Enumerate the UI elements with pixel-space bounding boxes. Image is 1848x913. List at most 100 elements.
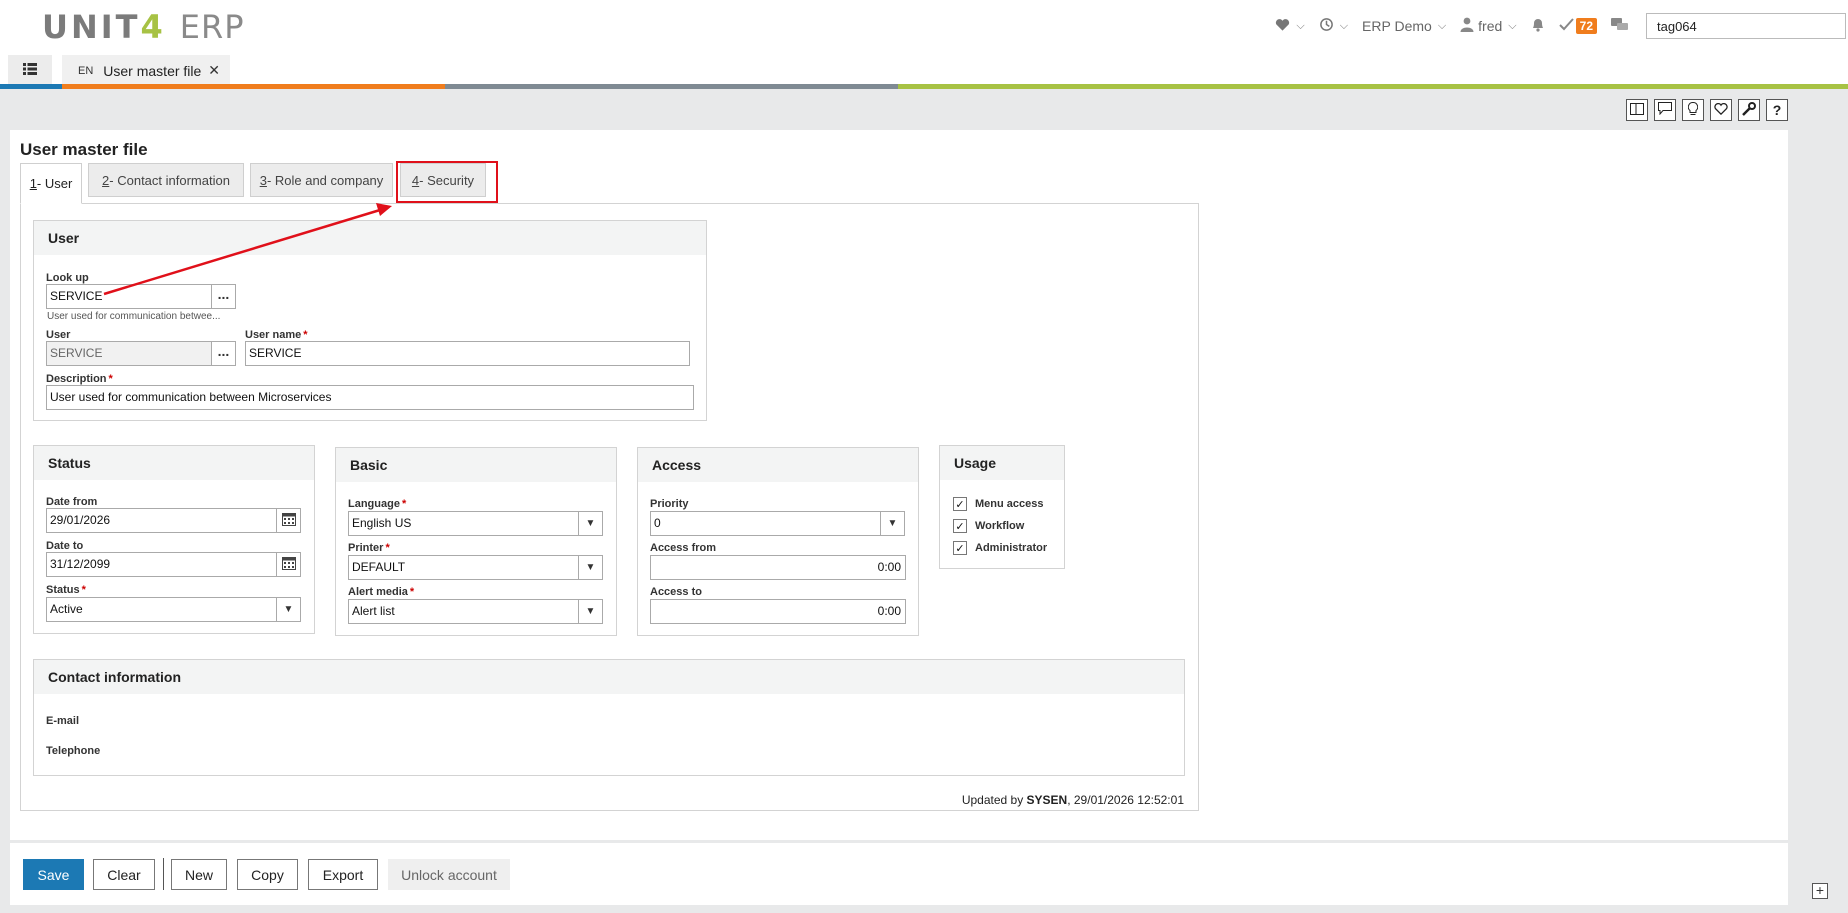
lookup-browse-button[interactable]: ... bbox=[211, 284, 236, 309]
lookup-label: Look up bbox=[46, 272, 89, 284]
printer-select[interactable]: DEFAULT bbox=[348, 555, 580, 580]
comment-button[interactable] bbox=[1654, 99, 1676, 121]
caret-down-icon: ▼ bbox=[585, 606, 596, 617]
close-icon[interactable]: ✕ bbox=[208, 62, 220, 79]
required-marker: * bbox=[409, 586, 415, 598]
status-label-text: Status bbox=[46, 584, 80, 596]
checkbox-label: Workflow bbox=[975, 520, 1025, 532]
description-input[interactable]: User used for communication between Micr… bbox=[46, 385, 694, 410]
logo-four: 4 bbox=[140, 8, 166, 46]
tab-contact-information[interactable]: 2 - Contact information bbox=[88, 163, 244, 197]
page-toolbar: ? bbox=[1620, 99, 1788, 121]
date-from-input[interactable]: 29/01/2026 bbox=[46, 508, 278, 533]
notifications-button[interactable] bbox=[1531, 17, 1545, 35]
lookup-input[interactable]: SERVICE bbox=[46, 284, 212, 309]
lightbulb-icon bbox=[1687, 101, 1699, 119]
wrench-icon bbox=[1742, 101, 1756, 119]
tab-label: - Role and company bbox=[266, 172, 384, 188]
tab-number: 1 bbox=[29, 176, 37, 191]
user-menu[interactable]: fred ⌵ bbox=[1460, 17, 1517, 35]
updated-user: SYSEN bbox=[1026, 793, 1068, 807]
description-label: Description * bbox=[46, 373, 113, 385]
bell-icon bbox=[1531, 17, 1545, 35]
messages-button[interactable] bbox=[1611, 17, 1628, 35]
required-marker: * bbox=[303, 329, 308, 341]
username-input[interactable]: SERVICE bbox=[245, 341, 690, 366]
language-dropdown-button[interactable]: ▼ bbox=[578, 511, 603, 536]
accent-strip-blue bbox=[0, 84, 62, 89]
caret-down-icon: ▼ bbox=[585, 562, 596, 573]
required-marker: * bbox=[401, 498, 407, 510]
telephone-label: Telephone bbox=[46, 745, 101, 757]
split-view-button[interactable] bbox=[1626, 99, 1648, 121]
accent-strip-orange-active bbox=[62, 84, 230, 89]
copy-button[interactable]: Copy bbox=[237, 859, 298, 890]
language-select[interactable]: English US bbox=[348, 511, 580, 536]
administrator-checkbox[interactable]: ✓ bbox=[953, 541, 967, 555]
user-icon bbox=[1460, 17, 1474, 35]
menu-access-checkbox-row[interactable]: ✓ Menu access bbox=[953, 497, 1043, 511]
tab-label: - User bbox=[36, 176, 73, 191]
heart-outline-icon bbox=[1714, 102, 1728, 118]
question-icon: ? bbox=[1772, 102, 1782, 118]
alert-media-select[interactable]: Alert list bbox=[348, 599, 580, 624]
tab-role-and-company[interactable]: 3 - Role and company bbox=[250, 163, 393, 197]
new-button[interactable]: New bbox=[171, 859, 227, 890]
access-to-label: Access to bbox=[650, 586, 702, 598]
language-label: EN bbox=[78, 64, 94, 77]
group-title: Contact information bbox=[34, 660, 1184, 694]
required-marker: * bbox=[108, 373, 113, 385]
administrator-checkbox-row[interactable]: ✓ Administrator bbox=[953, 541, 1047, 555]
user-input[interactable]: SERVICE bbox=[46, 341, 212, 366]
company-selector[interactable]: ERP Demo ⌵ bbox=[1362, 18, 1446, 34]
status-select[interactable]: Active bbox=[46, 597, 278, 622]
chevron-down-icon: ⌵ bbox=[1339, 19, 1349, 32]
workflow-checkbox-row[interactable]: ✓ Workflow bbox=[953, 519, 1024, 533]
app-tab-user-master-file[interactable]: EN User master file ✕ bbox=[62, 55, 230, 86]
date-to-calendar-button[interactable] bbox=[276, 552, 301, 577]
priority-select[interactable]: 0 bbox=[650, 511, 882, 536]
add-favorite-button[interactable] bbox=[1710, 99, 1732, 121]
printer-dropdown-button[interactable]: ▼ bbox=[578, 555, 603, 580]
clear-button[interactable]: Clear bbox=[93, 859, 155, 890]
accent-strip-orange bbox=[230, 84, 445, 89]
tab-number: 2 bbox=[102, 172, 110, 188]
tips-button[interactable] bbox=[1682, 99, 1704, 121]
comment-icon bbox=[1658, 102, 1672, 118]
status-label: Status * bbox=[46, 584, 86, 596]
caret-down-icon: ▼ bbox=[283, 604, 294, 615]
checkbox-label: Menu access bbox=[975, 498, 1044, 510]
access-from-input[interactable]: 0:00 bbox=[650, 555, 906, 580]
alert-media-dropdown-button[interactable]: ▼ bbox=[578, 599, 603, 624]
date-to-input[interactable]: 31/12/2099 bbox=[46, 552, 278, 577]
unlock-account-button[interactable]: Unlock account bbox=[388, 859, 510, 890]
menu-access-checkbox[interactable]: ✓ bbox=[953, 497, 967, 511]
tab-user[interactable]: 1 - User bbox=[20, 163, 82, 204]
user-browse-button[interactable]: ... bbox=[211, 341, 236, 366]
help-button[interactable]: ? bbox=[1766, 99, 1788, 121]
tasks-button[interactable]: 72 bbox=[1558, 18, 1597, 34]
workflow-checkbox[interactable]: ✓ bbox=[953, 519, 967, 533]
group-title: Usage bbox=[940, 446, 1064, 480]
unit4-erp-logo[interactable]: UNIT4 ERP bbox=[42, 8, 245, 46]
history-menu[interactable]: ⌵ bbox=[1319, 17, 1348, 35]
user-label: User bbox=[46, 329, 71, 341]
description-label-text: Description bbox=[46, 373, 107, 385]
status-dropdown-button[interactable]: ▼ bbox=[276, 597, 301, 622]
date-from-calendar-button[interactable] bbox=[276, 508, 301, 533]
main-menu-button[interactable] bbox=[8, 55, 52, 85]
history-icon bbox=[1319, 17, 1334, 35]
group-title: Basic bbox=[336, 448, 616, 482]
global-search-input[interactable] bbox=[1646, 13, 1846, 39]
username-label-text: User name bbox=[245, 329, 302, 341]
export-button[interactable]: Export bbox=[308, 859, 378, 890]
settings-button[interactable] bbox=[1738, 99, 1760, 121]
app-tab-title: User master file bbox=[103, 62, 202, 79]
updated-prefix: Updated by bbox=[961, 793, 1027, 807]
favorites-menu[interactable]: ⌵ bbox=[1275, 18, 1305, 35]
alert-media-label-text: Alert media bbox=[348, 586, 408, 598]
save-button[interactable]: Save bbox=[23, 859, 84, 890]
priority-dropdown-button[interactable]: ▼ bbox=[880, 511, 905, 536]
expand-plus-icon[interactable]: + bbox=[1812, 883, 1828, 899]
access-to-input[interactable]: 0:00 bbox=[650, 599, 906, 624]
